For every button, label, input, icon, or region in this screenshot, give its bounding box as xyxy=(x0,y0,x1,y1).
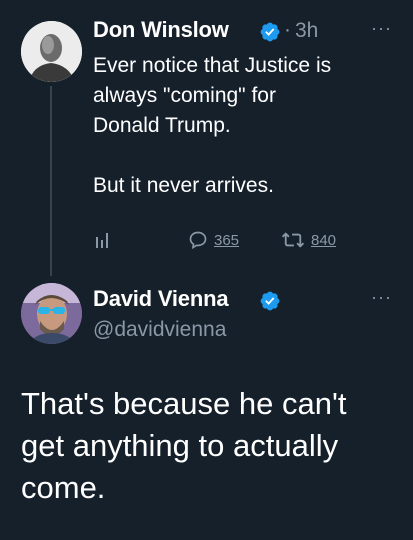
tweet1-author-name[interactable]: Don Winslow xyxy=(93,17,229,43)
tweet1-text: Ever notice that Justice is always "comi… xyxy=(93,54,332,197)
tweet2-more-options-icon[interactable]: ··· xyxy=(371,287,392,308)
david-vienna-avatar[interactable] xyxy=(21,283,82,344)
verified-badge-icon xyxy=(260,291,280,311)
reply-icon xyxy=(189,231,207,250)
tweet1-timestamp[interactable]: 3h xyxy=(295,19,318,43)
retweet-icon xyxy=(281,232,305,248)
thread-connector-line xyxy=(50,86,52,276)
bar-chart-icon xyxy=(96,233,108,248)
retweet-button[interactable]: 840 xyxy=(281,230,336,250)
tweet2-author-name[interactable]: David Vienna xyxy=(93,286,229,312)
tweet2-text: That's because he can't get anything to … xyxy=(21,386,347,505)
retweet-count[interactable]: 840 xyxy=(311,232,336,249)
tweet2-handle[interactable]: @davidvienna xyxy=(93,318,226,342)
reply-count[interactable]: 365 xyxy=(214,232,239,249)
analytics-button[interactable] xyxy=(94,231,112,249)
tweet1-more-options-icon[interactable]: ··· xyxy=(371,18,392,39)
time-separator: · xyxy=(284,18,291,41)
reply-button[interactable]: 365 xyxy=(188,230,239,250)
verified-badge-icon xyxy=(260,22,280,42)
don-winslow-avatar[interactable] xyxy=(21,21,82,82)
